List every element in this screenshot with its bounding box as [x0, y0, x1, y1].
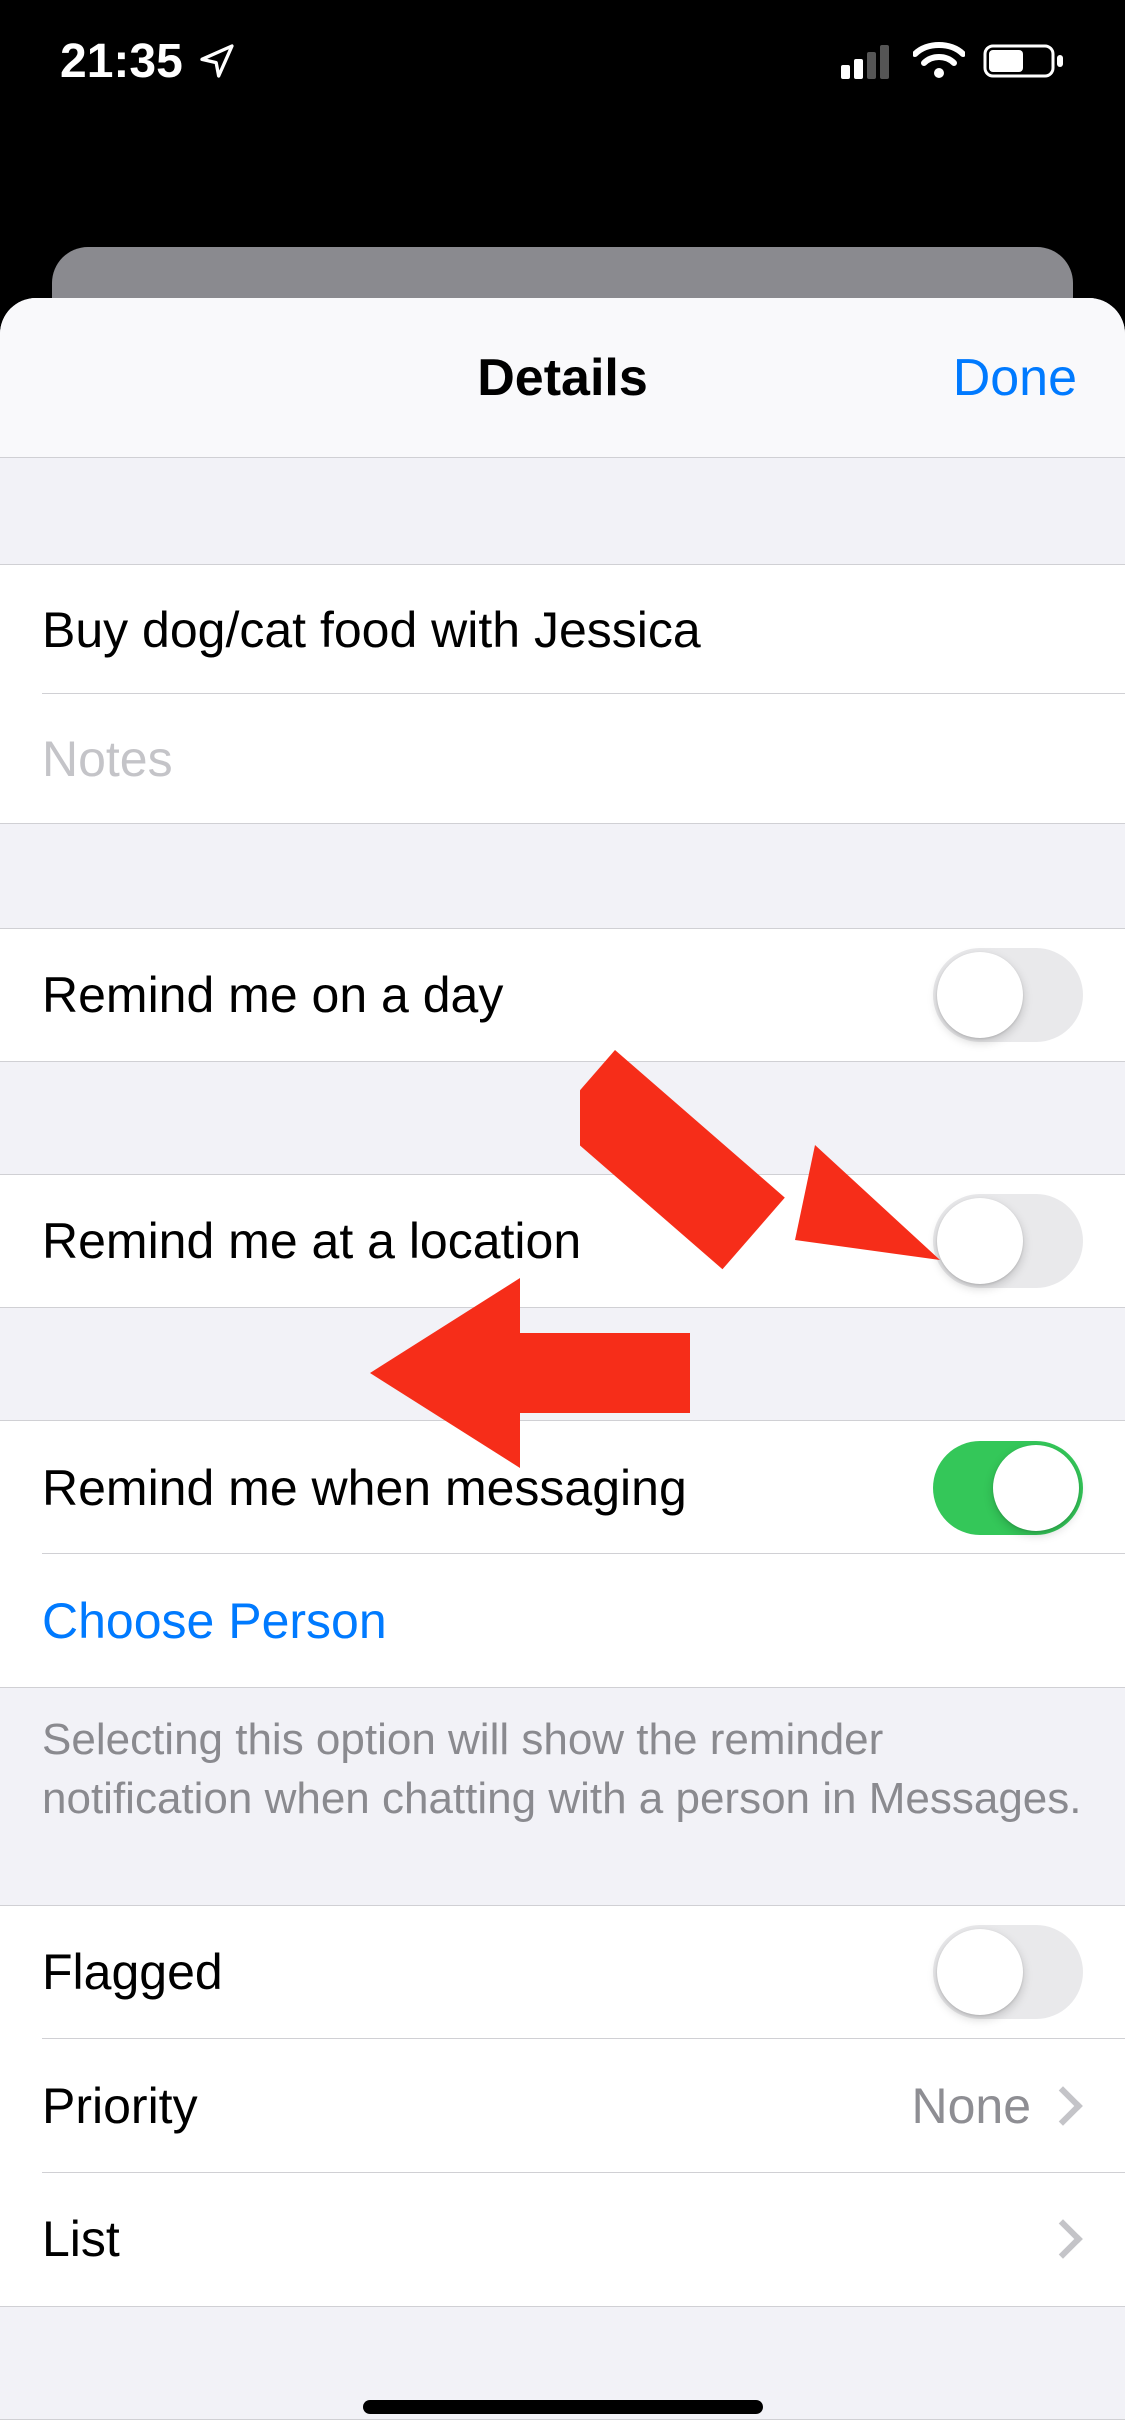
choose-person-label: Choose Person	[42, 1592, 1083, 1650]
status-time: 21:35	[60, 34, 183, 89]
status-left: 21:35	[60, 34, 237, 89]
remind-day-toggle[interactable]	[933, 948, 1083, 1042]
status-right	[841, 42, 1065, 80]
chevron-right-icon	[1043, 2219, 1083, 2259]
priority-value: None	[911, 2077, 1031, 2135]
remind-day-row[interactable]: Remind me on a day	[0, 928, 1125, 1062]
battery-icon	[983, 42, 1065, 80]
remind-location-row[interactable]: Remind me at a location	[0, 1174, 1125, 1308]
nav-header: Details Done	[0, 298, 1125, 458]
chevron-right-icon	[1043, 2086, 1083, 2126]
remind-location-toggle[interactable]	[933, 1194, 1083, 1288]
flagged-toggle[interactable]	[933, 1925, 1083, 2019]
cellular-icon	[841, 43, 895, 79]
remind-day-label: Remind me on a day	[42, 966, 933, 1024]
choose-person-row[interactable]: Choose Person	[0, 1554, 1125, 1688]
wifi-icon	[913, 42, 965, 80]
home-indicator	[363, 2400, 763, 2414]
remind-location-label: Remind me at a location	[42, 1212, 933, 1270]
list-row[interactable]: List	[0, 2173, 1125, 2307]
location-icon	[197, 41, 237, 81]
reminder-title-field[interactable]: Buy dog/cat food with Jessica	[0, 564, 1125, 694]
details-sheet: Details Done Buy dog/cat food with Jessi…	[0, 298, 1125, 2436]
done-button[interactable]: Done	[953, 348, 1077, 408]
status-bar: 21:35	[0, 0, 1125, 132]
flagged-label: Flagged	[42, 1943, 933, 2001]
flagged-row[interactable]: Flagged	[0, 1905, 1125, 2039]
reminder-title-text: Buy dog/cat food with Jessica	[42, 601, 1083, 659]
list-label: List	[42, 2210, 1049, 2268]
remind-messaging-row[interactable]: Remind me when messaging	[0, 1420, 1125, 1554]
remind-messaging-label: Remind me when messaging	[42, 1459, 933, 1517]
notes-placeholder: Notes	[42, 730, 1083, 788]
nav-title: Details	[477, 348, 648, 408]
priority-label: Priority	[42, 2077, 911, 2135]
priority-row[interactable]: Priority None	[0, 2039, 1125, 2173]
remind-messaging-toggle[interactable]	[933, 1441, 1083, 1535]
reminder-notes-field[interactable]: Notes	[0, 694, 1125, 824]
subtasks-row[interactable]: Subtasks 0	[0, 2419, 1125, 2436]
messaging-footer-text: Selecting this option will show the remi…	[0, 1688, 1125, 1863]
